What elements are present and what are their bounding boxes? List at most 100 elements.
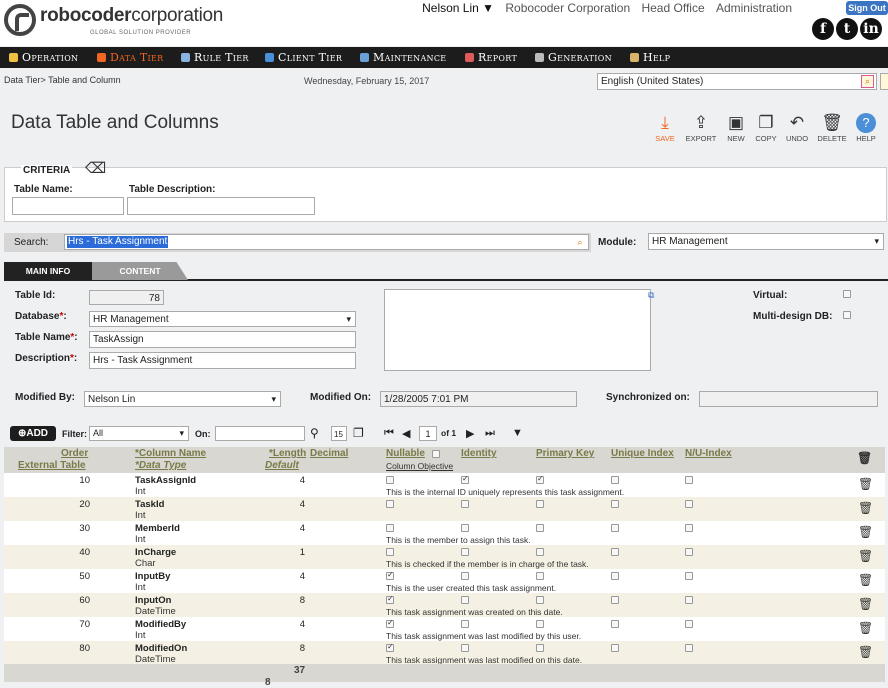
breadcrumb[interactable]: Data Tier> Table and Column [4, 75, 121, 85]
expand-icon[interactable]: ⧉ [648, 290, 654, 301]
col-objective[interactable]: Column Objective [386, 461, 453, 471]
row-identity-checkbox[interactable] [461, 500, 469, 508]
row-unique-index-checkbox[interactable] [611, 620, 619, 628]
row-nu-index-checkbox[interactable] [685, 620, 693, 628]
row-primary-key-checkbox[interactable] [536, 524, 544, 532]
row-primary-key-checkbox[interactable] [536, 474, 544, 484]
row-nullable-checkbox[interactable] [386, 594, 394, 604]
table-row[interactable]: 60 InputOnDateTime 8 This task assignment w… [4, 593, 885, 617]
delete-button[interactable]: 🗑 DELETE [815, 112, 849, 143]
row-identity-checkbox[interactable] [461, 572, 469, 580]
row-nullable-checkbox[interactable] [386, 524, 394, 532]
first-page-icon[interactable]: ⏮ [384, 427, 394, 440]
page-number-input[interactable]: 1 [419, 426, 437, 441]
row-identity-checkbox[interactable] [461, 474, 469, 484]
page-size-input[interactable]: 15 [331, 426, 347, 441]
col-nullable[interactable]: Nullable [386, 448, 425, 459]
col-unique-index[interactable]: Unique Index [611, 448, 674, 459]
multi-design-checkbox[interactable] [843, 311, 851, 319]
row-delete-icon[interactable]: 🗑 [858, 525, 873, 539]
col-nu-index[interactable]: N/U-Index [685, 448, 732, 459]
col-primary-key[interactable]: Primary Key [536, 448, 594, 459]
module-select[interactable]: HR Management [648, 233, 884, 250]
sign-out-button[interactable]: Sign Out [846, 1, 888, 15]
add-button[interactable]: ⊕ADD [10, 426, 56, 441]
row-identity-checkbox[interactable] [461, 524, 469, 532]
tab-main-info[interactable]: MAIN INFO [4, 262, 92, 280]
row-nu-index-checkbox[interactable] [685, 476, 693, 484]
twitter-icon[interactable]: t [836, 18, 858, 40]
nav-rule-tier[interactable]: Rule Tier [181, 47, 249, 68]
criteria-table-name-input[interactable] [12, 197, 124, 215]
help-button[interactable]: ? HELP [849, 112, 883, 143]
nullable-all-checkbox[interactable] [432, 450, 440, 458]
row-primary-key-checkbox[interactable] [536, 548, 544, 556]
binoculars-icon[interactable]: ⚲ [310, 426, 319, 440]
row-identity-checkbox[interactable] [461, 548, 469, 556]
row-nu-index-checkbox[interactable] [685, 524, 693, 532]
row-delete-icon[interactable]: 🗑 [858, 549, 873, 563]
save-grid-icon[interactable]: ▼ [512, 427, 523, 439]
col-column-name[interactable]: *Column Name [135, 448, 206, 459]
col-identity[interactable]: Identity [461, 448, 497, 459]
row-delete-icon[interactable]: 🗑 [858, 573, 873, 587]
table-row[interactable]: 10 TaskAssignIdInt 4 This is the internal I… [4, 473, 885, 497]
save-button[interactable]: ⤓ SAVE [648, 112, 682, 143]
col-data-type[interactable]: *Data Type [135, 460, 186, 471]
table-row[interactable]: 40 InCharge Char 1 This is checked if the me… [4, 545, 885, 569]
company-logo[interactable]: robocodercorporation GLOBAL SOLUTION PRO… [4, 2, 224, 38]
copy-button[interactable]: ❐ COPY [749, 112, 783, 143]
row-primary-key-checkbox[interactable] [536, 620, 544, 628]
row-unique-index-checkbox[interactable] [611, 596, 619, 604]
notes-textarea[interactable] [384, 289, 651, 371]
row-primary-key-checkbox[interactable] [536, 596, 544, 604]
virtual-checkbox[interactable] [843, 290, 851, 298]
row-delete-icon[interactable]: 🗑 [858, 501, 873, 515]
table-name-input[interactable]: TaskAssign [89, 331, 356, 348]
row-identity-checkbox[interactable] [461, 596, 469, 604]
row-nu-index-checkbox[interactable] [685, 596, 693, 604]
nav-operation[interactable]: Operation [9, 47, 78, 68]
facebook-icon[interactable]: f [812, 18, 834, 40]
row-nullable-checkbox[interactable] [386, 618, 394, 628]
table-row[interactable]: 80ModifiedOnDateTime8This task assignmen… [4, 641, 885, 665]
modified-by-select[interactable]: Nelson Lin [84, 391, 281, 407]
search-icon[interactable]: ⌕ [861, 75, 874, 88]
table-row[interactable]: 70 ModifiedByInt 4 This task assignment was… [4, 617, 885, 641]
next-page-icon[interactable]: ▶ [466, 427, 474, 440]
delete-all-icon[interactable]: 🗑 [857, 451, 872, 465]
prev-page-icon[interactable]: ◀ [402, 427, 410, 440]
eraser-icon[interactable]: ⌫ [85, 159, 106, 177]
company-link[interactable]: Robocoder Corporation [505, 1, 630, 15]
administration-link[interactable]: Administration [716, 1, 792, 15]
col-length[interactable]: *Length [269, 448, 306, 459]
nav-generation[interactable]: Generation [535, 47, 612, 68]
nav-client-tier[interactable]: Client Tier [265, 47, 342, 68]
export-button[interactable]: ⇪ EXPORT [684, 112, 718, 143]
row-nu-index-checkbox[interactable] [685, 548, 693, 556]
row-nullable-checkbox[interactable] [386, 500, 394, 508]
table-row[interactable]: 20 TaskId Int 4 🗑 [4, 497, 885, 521]
tab-content[interactable]: CONTENT [92, 262, 188, 280]
filter-on-input[interactable] [215, 426, 305, 441]
nav-maintenance[interactable]: Maintenance [360, 47, 446, 68]
row-nullable-checkbox[interactable] [386, 476, 394, 484]
table-row[interactable]: 50 InputByInt 4 This is the user created th… [4, 569, 885, 593]
search-input[interactable]: Hrs - Task Assignment ⌕ [64, 234, 589, 250]
last-page-icon[interactable]: ⏭ [485, 427, 495, 440]
nav-help[interactable]: Help [630, 47, 670, 68]
row-primary-key-checkbox[interactable] [536, 500, 544, 508]
nav-report[interactable]: Report [465, 47, 517, 68]
row-primary-key-checkbox[interactable] [536, 572, 544, 580]
filter-select[interactable]: All [89, 426, 189, 441]
row-unique-index-checkbox[interactable] [611, 572, 619, 580]
row-delete-icon[interactable]: 🗑 [858, 645, 873, 659]
row-unique-index-checkbox[interactable] [611, 644, 619, 652]
row-primary-key-checkbox[interactable] [536, 644, 544, 652]
row-unique-index-checkbox[interactable] [611, 476, 619, 484]
linkedin-icon[interactable]: in [860, 18, 882, 40]
col-default[interactable]: Default [265, 460, 299, 471]
col-external-table[interactable]: External Table [18, 460, 86, 471]
language-extra-button[interactable] [880, 73, 888, 90]
row-unique-index-checkbox[interactable] [611, 524, 619, 532]
